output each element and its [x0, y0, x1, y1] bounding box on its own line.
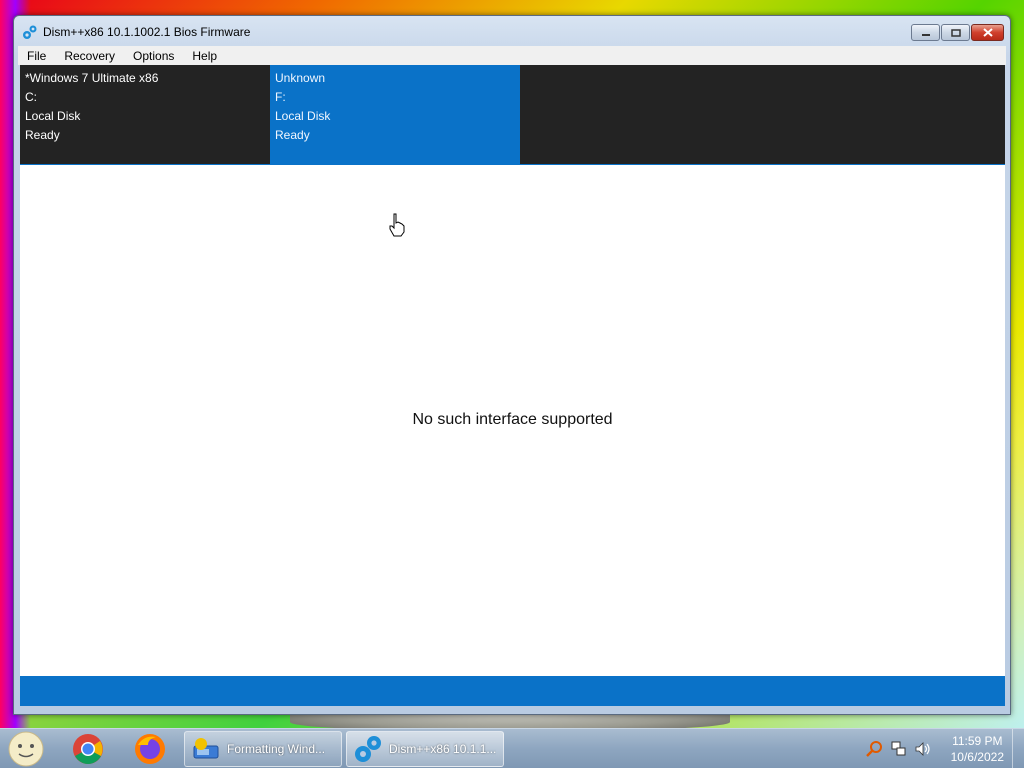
chrome-icon [73, 734, 103, 764]
menu-recovery[interactable]: Recovery [55, 49, 124, 63]
status-message: No such interface supported [412, 411, 613, 428]
disk-drive: C: [25, 90, 37, 104]
task-dism[interactable]: Dism++x86 10.1.1... [346, 731, 504, 767]
status-bar [20, 676, 1005, 706]
clock-date: 10/6/2022 [950, 750, 1004, 764]
taskbar: Formatting Wind... Dism++x86 10.1.1... 1… [0, 728, 1024, 768]
disk-panel-c[interactable]: *Windows 7 Ultimate x86 C: Local Disk Re… [20, 65, 270, 164]
menu-bar: File Recovery Options Help [18, 46, 1006, 65]
gear-icon [23, 25, 37, 39]
minimize-icon [921, 33, 930, 36]
disk-name: *Windows 7 Ultimate x86 [25, 71, 159, 85]
disk-type: Local Disk [25, 109, 81, 123]
clock[interactable]: 11:59 PM 10/6/2022 [951, 733, 1004, 765]
disk-name: Unknown [275, 71, 326, 85]
task-formatting[interactable]: Formatting Wind... [184, 731, 342, 767]
disk-drive: F: [275, 90, 286, 104]
gear-icon [355, 736, 381, 762]
hand-cursor-icon [389, 213, 405, 237]
menu-help[interactable]: Help [183, 49, 226, 63]
chrome-pinned[interactable] [62, 731, 114, 767]
disk-status: Ready [25, 128, 60, 142]
minimize-button[interactable] [911, 24, 940, 41]
firefox-icon [135, 734, 165, 764]
close-icon [982, 28, 993, 37]
start-button[interactable] [6, 731, 46, 767]
content-area: No such interface supported [20, 164, 1005, 676]
dism-window: Dism++x86 10.1.1002.1 Bios Firmware File… [13, 15, 1011, 715]
start-orb-icon [8, 731, 44, 767]
disk-type: Local Disk [275, 109, 331, 123]
window-controls [910, 24, 1004, 41]
clock-time: 11:59 PM [952, 734, 1003, 748]
disk-status: Ready [275, 128, 310, 142]
firefox-pinned[interactable] [124, 731, 176, 767]
disk-selector-strip: *Windows 7 Ultimate x86 C: Local Disk Re… [20, 65, 1005, 164]
maximize-icon [950, 28, 961, 37]
show-desktop-button[interactable] [1012, 729, 1024, 768]
menu-options[interactable]: Options [124, 49, 183, 63]
network-icon[interactable] [890, 740, 908, 758]
disk-panel-f[interactable]: Unknown F: Local Disk Ready [270, 65, 520, 164]
menu-file[interactable]: File [18, 49, 55, 63]
title-bar[interactable]: Dism++x86 10.1.1002.1 Bios Firmware [14, 16, 1010, 48]
task-label: Dism++x86 10.1.1... [389, 742, 497, 756]
maximize-button[interactable] [941, 24, 970, 41]
search-icon[interactable] [866, 740, 884, 758]
volume-icon[interactable] [914, 740, 932, 758]
close-button[interactable] [971, 24, 1004, 41]
disk-format-icon [193, 738, 219, 759]
window-title: Dism++x86 10.1.1002.1 Bios Firmware [43, 25, 251, 39]
task-label: Formatting Wind... [227, 742, 326, 756]
